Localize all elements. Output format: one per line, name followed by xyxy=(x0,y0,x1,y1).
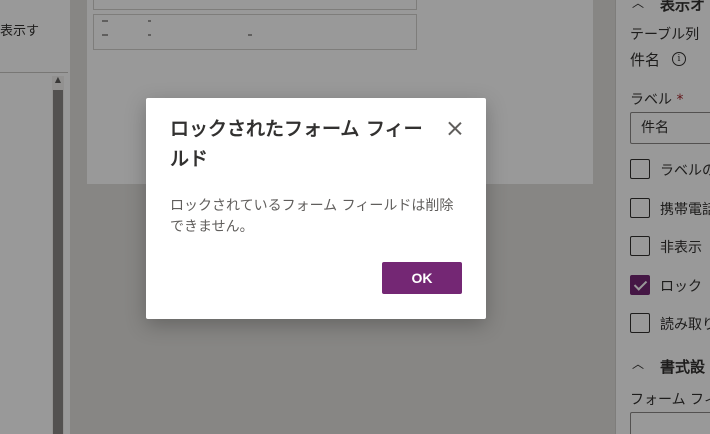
dialog-title: ロックされたフォーム フィールド xyxy=(170,118,423,170)
close-icon[interactable] xyxy=(444,118,466,140)
dialog-message: ロックされているフォーム フィールドは削除できません。 xyxy=(170,198,454,235)
locked-field-dialog: ロックされたフォーム フィールド ロックされているフォーム フィールドは削除でき… xyxy=(146,98,486,319)
ok-button[interactable]: OK xyxy=(382,262,462,294)
